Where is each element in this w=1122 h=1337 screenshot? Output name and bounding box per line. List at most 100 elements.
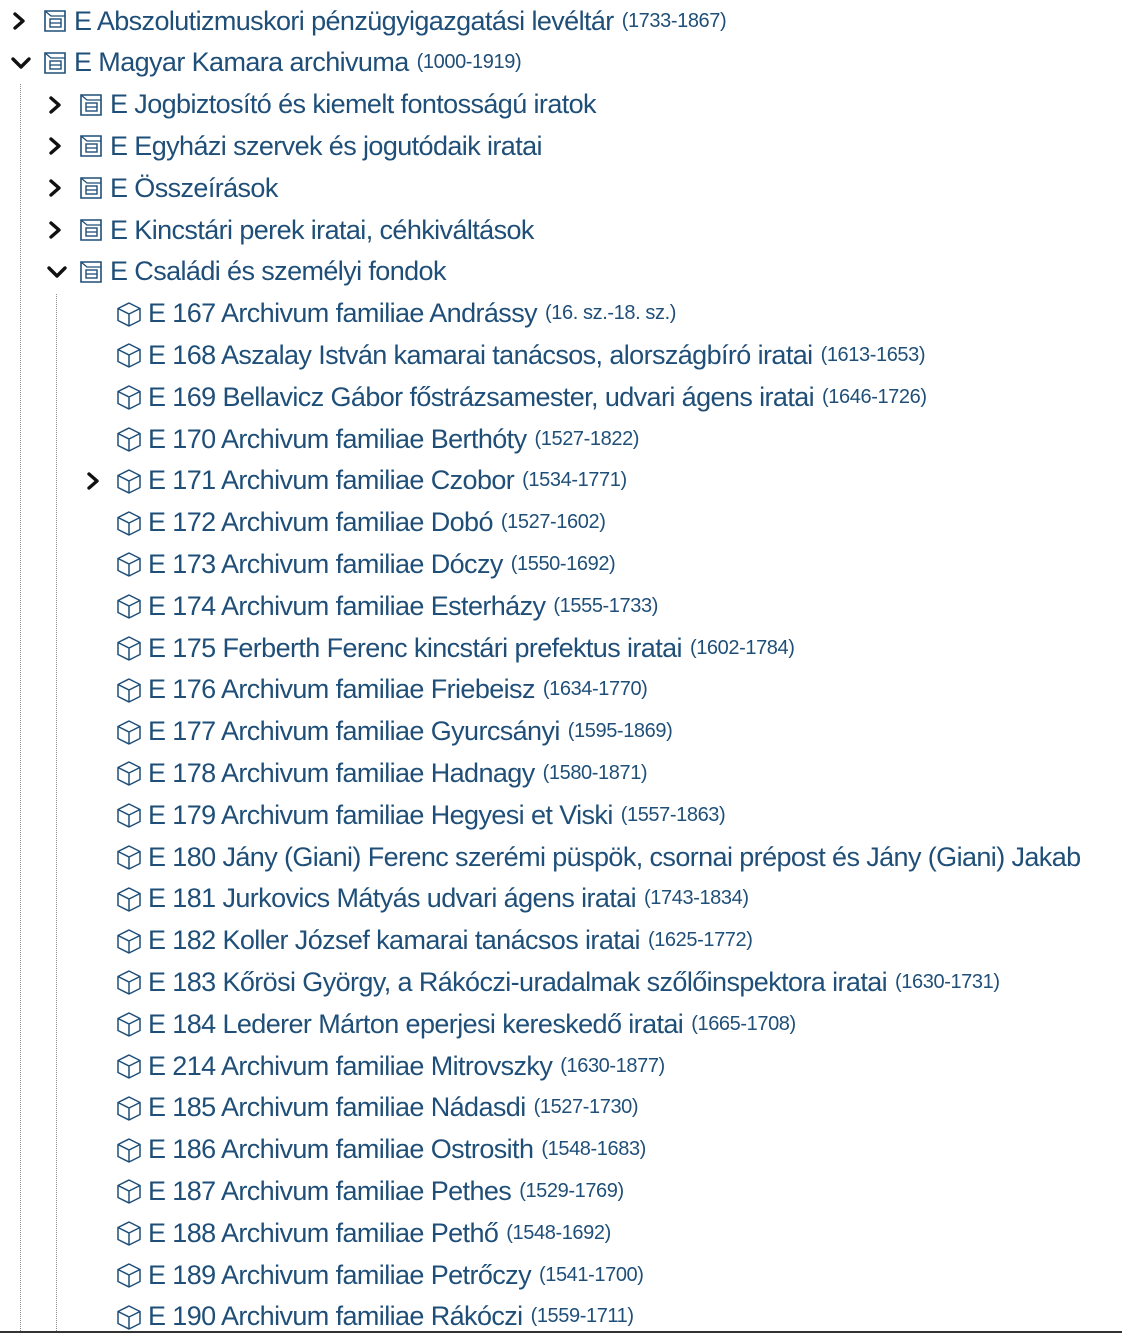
tree-node[interactable]: E 186 Archivum familiae Ostrosith (1548-1… <box>84 1130 646 1170</box>
tree-node[interactable]: E Kincstári perek iratai, céhkiváltások <box>46 210 534 250</box>
tree-node[interactable]: E Jogbiztosító és kiemelt fontosságú ira… <box>46 85 597 125</box>
tree-node-label[interactable]: E 174 Archivum familiae Esterházy <box>148 591 546 622</box>
chevron-right-icon[interactable] <box>46 85 72 125</box>
tree-node-years: (1550-1692) <box>510 552 616 575</box>
tree-node-label[interactable]: E Kincstári perek iratai, céhkiváltások <box>110 215 534 246</box>
tree-node-label[interactable]: E 172 Archivum familiae Dobó <box>148 507 493 538</box>
cube-icon <box>110 795 148 835</box>
chevron-right-icon[interactable] <box>46 168 72 208</box>
tree-node[interactable]: E 171 Archivum familiae Czobor (1534-1771… <box>84 461 627 501</box>
tree-node[interactable]: E 179 Archivum familiae Hegyesi et Viski… <box>84 795 726 835</box>
tree-node-label[interactable]: E 171 Archivum familiae Czobor <box>148 465 515 496</box>
cube-icon <box>110 377 148 417</box>
tree-node[interactable]: E 167 Archivum familiae Andrássy (16. sz.… <box>84 294 676 334</box>
tree-node[interactable]: E Összeírások <box>46 168 278 208</box>
tree-node-label[interactable]: E 169 Bellavicz Gábor főstrázsamester, u… <box>148 382 815 413</box>
tree-node-label[interactable]: E 181 Jurkovics Mátyás udvari ágens irat… <box>148 883 637 914</box>
tree-node[interactable]: E 175 Ferberth Ferenc kincstári prefektu… <box>84 628 795 668</box>
tree-node[interactable]: E 182 Koller József kamarai tanácsos ira… <box>84 921 753 961</box>
tree-node[interactable]: E 187 Archivum familiae Pethes (1529-1769… <box>84 1171 624 1211</box>
tree-node[interactable]: E 184 Lederer Márton eperjesi kereskedő … <box>84 1004 796 1044</box>
tree-guide-line-level1 <box>20 84 21 1333</box>
tree-node-years: (1743-1834) <box>644 887 749 910</box>
tree-node-label[interactable]: E Abszolutizmuskori pénzügyigazgatási le… <box>74 6 614 37</box>
cube-icon <box>110 1088 148 1128</box>
tree-node[interactable]: E 189 Archivum familiae Petrőczy (1541-17… <box>84 1255 644 1295</box>
tree-node-label[interactable]: E 175 Ferberth Ferenc kincstári prefektu… <box>148 633 683 664</box>
tree-node-years: (1646-1726) <box>822 385 927 408</box>
tree-node-label[interactable]: E 184 Lederer Márton eperjesi kereskedő … <box>148 1009 684 1040</box>
tree-node-label[interactable]: E 186 Archivum familiae Ostrosith <box>148 1134 534 1165</box>
tree-node-years: (1541-1700) <box>538 1263 644 1286</box>
chevron-down-icon[interactable] <box>10 43 36 83</box>
chevron-right-icon[interactable] <box>46 126 72 166</box>
tree-node-years: (1000-1919) <box>416 51 522 74</box>
tree-node-years: (1559-1711) <box>530 1305 634 1328</box>
tree-node-label[interactable]: E 177 Archivum familiae Gyurcsányi <box>148 716 560 747</box>
cube-icon <box>110 503 148 543</box>
cube-icon <box>110 419 148 459</box>
tree-node-label[interactable]: E 167 Archivum familiae Andrássy <box>148 298 538 329</box>
cube-icon <box>110 586 148 626</box>
tree-node[interactable]: E 174 Archivum familiae Esterházy (1555-1… <box>84 586 658 626</box>
tree-node-years: (1557-1863) <box>620 803 726 826</box>
tree-node[interactable]: E 176 Archivum familiae Friebeisz (1634-1… <box>84 670 648 710</box>
tree-node-label[interactable]: E 189 Archivum familiae Petrőczy <box>148 1260 532 1291</box>
tree-node[interactable]: E Magyar Kamara archivuma (1000-1919) <box>10 43 522 83</box>
chevron-right-icon[interactable] <box>84 461 110 501</box>
tree-node-label[interactable]: E 173 Archivum familiae Dóczy <box>148 549 503 580</box>
tree-node-years: (1527-1602) <box>500 511 606 534</box>
tree-node[interactable]: E 214 Archivum familiae Mitrovszky (1630-… <box>84 1046 665 1086</box>
tree-node[interactable]: E 180 Jány (Giani) Ferenc szerémi püspök… <box>84 837 1081 877</box>
tree-node[interactable]: E 169 Bellavicz Gábor főstrázsamester, u… <box>84 377 927 417</box>
fonds-group-icon <box>72 210 110 250</box>
tree-node-label[interactable]: E 168 Aszalay István kamarai tanácsos, a… <box>148 340 813 371</box>
archive-tree: E Abszolutizmuskori pénzügyigazgatási le… <box>0 0 1122 1333</box>
cube-icon <box>110 1046 148 1086</box>
tree-node-label[interactable]: E 214 Archivum familiae Mitrovszky <box>148 1051 553 1082</box>
tree-node-label[interactable]: E 182 Koller József kamarai tanácsos ira… <box>148 925 641 956</box>
tree-node-label[interactable]: E 179 Archivum familiae Hegyesi et Viski <box>148 800 613 831</box>
tree-node-label[interactable]: E 178 Archivum familiae Hadnagy <box>148 758 535 789</box>
tree-node[interactable]: E Egyházi szervek és jogutódaik iratai <box>46 126 543 166</box>
tree-node[interactable]: E 177 Archivum familiae Gyurcsányi (1595-… <box>84 712 673 752</box>
tree-node[interactable]: E 172 Archivum familiae Dobó (1527-1602) <box>84 503 606 543</box>
cube-icon <box>110 837 148 877</box>
tree-node-label[interactable]: E Összeírások <box>110 173 278 204</box>
tree-node-label[interactable]: E Jogbiztosító és kiemelt fontosságú ira… <box>110 89 597 120</box>
tree-node-label[interactable]: E 190 Archivum familiae Rákóczi <box>148 1301 523 1332</box>
cube-icon <box>110 461 148 501</box>
tree-node-label[interactable]: E 187 Archivum familiae Pethes <box>148 1176 512 1207</box>
tree-node-label[interactable]: E 176 Archivum familiae Friebeisz <box>148 674 535 705</box>
tree-node[interactable]: E 173 Archivum familiae Dóczy (1550-1692) <box>84 544 616 584</box>
tree-node-label[interactable]: E 170 Archivum familiae Berthóty <box>148 424 527 455</box>
tree-node[interactable]: E 188 Archivum familiae Pethő (1548-1692) <box>84 1213 611 1253</box>
chevron-right-icon[interactable] <box>46 210 72 250</box>
tree-node[interactable]: E 183 Kőrösi György, a Rákóczi-uradalmak… <box>84 962 1000 1002</box>
tree-node-label[interactable]: E Egyházi szervek és jogutódaik iratai <box>110 131 543 162</box>
cube-icon <box>110 294 148 334</box>
cube-icon <box>110 628 148 668</box>
tree-node[interactable]: E 181 Jurkovics Mátyás udvari ágens irat… <box>84 879 749 919</box>
tree-node[interactable]: E 168 Aszalay István kamarai tanácsos, a… <box>84 335 926 375</box>
tree-node-label[interactable]: E Családi és személyi fondok <box>110 256 446 287</box>
tree-node-label[interactable]: E 185 Archivum familiae Nádasdi <box>148 1092 526 1123</box>
tree-node[interactable]: E 170 Archivum familiae Berthóty (1527-18… <box>84 419 639 459</box>
tree-node-label[interactable]: E 183 Kőrösi György, a Rákóczi-uradalmak… <box>148 967 888 998</box>
tree-node[interactable]: E 185 Archivum familiae Nádasdi (1527-173… <box>84 1088 639 1128</box>
tree-node-years: (1548-1683) <box>541 1138 646 1161</box>
tree-node[interactable]: E Abszolutizmuskori pénzügyigazgatási le… <box>10 1 727 41</box>
chevron-right-icon[interactable] <box>10 1 36 41</box>
tree-node[interactable]: E Családi és személyi fondok <box>46 252 446 292</box>
fonds-group-icon <box>72 85 110 125</box>
tree-node-years: (1665-1708) <box>691 1012 796 1035</box>
tree-node-label[interactable]: E Magyar Kamara archivuma <box>74 47 409 78</box>
tree-node[interactable]: E 178 Archivum familiae Hadnagy (1580-187… <box>84 753 648 793</box>
tree-node-label[interactable]: E 180 Jány (Giani) Ferenc szerémi püspök… <box>148 842 1081 873</box>
tree-node-label[interactable]: E 188 Archivum familiae Pethő <box>148 1218 499 1249</box>
chevron-down-icon[interactable] <box>46 252 72 292</box>
